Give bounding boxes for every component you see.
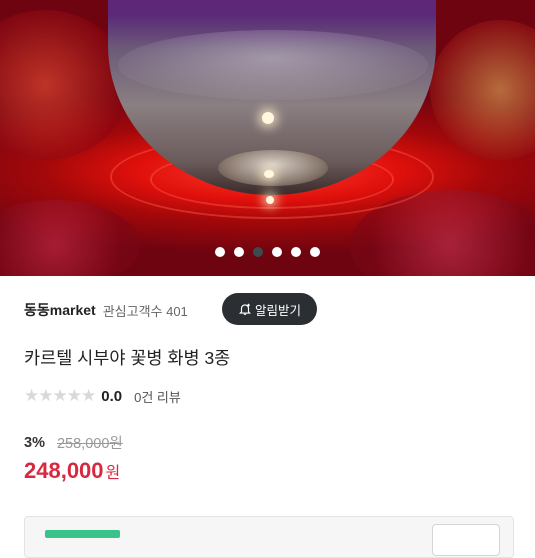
background-pattern [0, 200, 140, 276]
info-card-badge [45, 530, 120, 538]
discount-row: 3% 258,000원 [24, 432, 123, 453]
star-icon: ★ [66, 386, 82, 406]
rating-row[interactable]: ★ ★ ★ ★ ★ 0.0 0건 리뷰 [24, 387, 181, 406]
review-count: 0건 리뷰 [134, 390, 181, 405]
rating-score: 0.0 [101, 388, 123, 405]
vase-base [218, 150, 328, 186]
gallery-dot[interactable] [234, 247, 244, 257]
gallery-dot[interactable] [310, 247, 320, 257]
star-icon: ★ [24, 386, 40, 406]
gallery-pagination [0, 247, 535, 257]
gallery-dot[interactable] [272, 247, 282, 257]
light-reflection [266, 196, 274, 204]
sale-price: 248,000 원 [24, 458, 120, 484]
seller-name[interactable]: 동동market [24, 300, 96, 320]
star-icon: ★ [38, 386, 54, 406]
gallery-dot[interactable] [215, 247, 225, 257]
gallery-dot[interactable] [253, 247, 263, 257]
vase-rim [118, 30, 428, 100]
interest-count: 관심고객수 401 [102, 303, 188, 319]
alert-button-label: 알림받기 [254, 303, 301, 318]
bell-plus-icon [238, 303, 252, 315]
gallery-dot[interactable] [291, 247, 301, 257]
star-icon: ★ [81, 386, 97, 406]
product-image-gallery[interactable] [0, 0, 535, 276]
background-pattern [430, 20, 535, 160]
light-reflection [262, 112, 274, 124]
product-title: 카르텔 시부야 꽃병 화병 3종 [24, 348, 231, 368]
original-price: 258,000원 [56, 436, 123, 452]
sale-price-amount: 248,000 [24, 458, 104, 483]
currency-label: 원 [105, 465, 121, 482]
alert-subscribe-button[interactable]: 알림받기 [222, 293, 317, 325]
info-card-button[interactable] [432, 524, 500, 556]
light-reflection [264, 170, 274, 178]
star-icon: ★ [52, 386, 68, 406]
discount-rate: 3% [24, 434, 45, 451]
